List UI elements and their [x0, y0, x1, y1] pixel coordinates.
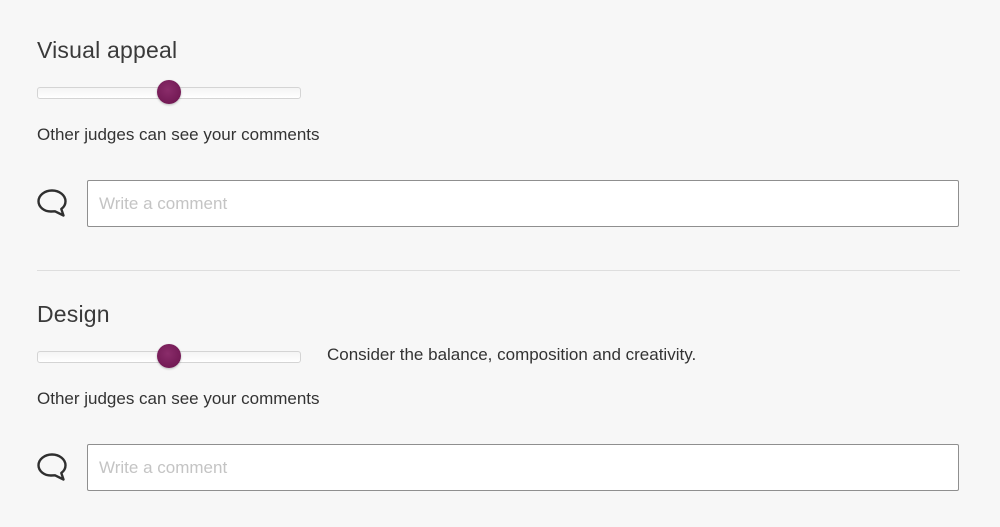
- slider-thumb[interactable]: [157, 344, 181, 368]
- criterion-title: Design: [37, 301, 110, 327]
- comment-input[interactable]: [87, 444, 959, 491]
- comments-visibility-note: Other judges can see your comments: [37, 389, 320, 408]
- speech-bubble-icon: [37, 453, 67, 481]
- comment-input[interactable]: [87, 180, 959, 227]
- score-slider[interactable]: [37, 344, 301, 368]
- section-divider: [37, 270, 960, 271]
- comments-visibility-note: Other judges can see your comments: [37, 125, 320, 144]
- judging-form: Visual appeal Other judges can see your …: [0, 0, 1000, 527]
- criterion-hint: Consider the balance, composition and cr…: [327, 345, 697, 364]
- score-slider[interactable]: [37, 80, 301, 104]
- slider-thumb[interactable]: [157, 80, 181, 104]
- speech-bubble-icon: [37, 189, 67, 217]
- criterion-title: Visual appeal: [37, 37, 178, 63]
